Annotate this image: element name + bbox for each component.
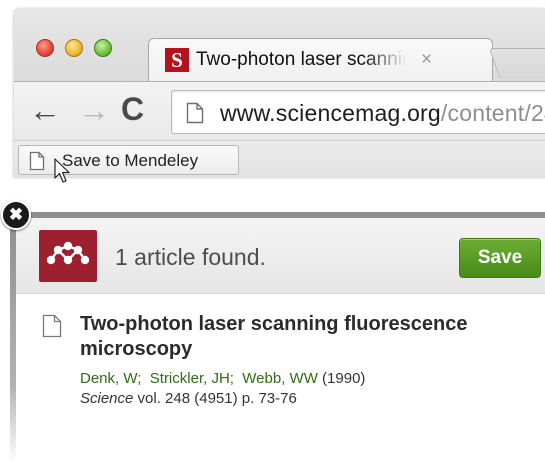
reload-icon[interactable]: C: [121, 92, 144, 126]
mendeley-popup: 1 article found. Save Two-photon laser s…: [10, 212, 545, 462]
address-bar[interactable]: www.sciencemag.org/content/248/4951/73: [171, 90, 545, 134]
author-name[interactable]: Denk, W: [80, 370, 137, 387]
back-arrow-icon[interactable]: ←: [29, 93, 61, 127]
author-name[interactable]: Webb, WW: [242, 370, 318, 387]
zoom-window-button[interactable]: [94, 39, 112, 57]
url-path: /content/248/4951/73: [440, 100, 545, 126]
new-tab-button[interactable]: [488, 48, 545, 78]
list-item[interactable]: Two-photon laser scanning fluorescence m…: [16, 294, 545, 462]
tab-title: Two-photon laser scanning fluorescence m…: [196, 49, 406, 70]
address-url: www.sciencemag.org/content/248/4951/73: [220, 100, 545, 127]
article-title: Two-photon laser scanning fluorescence m…: [80, 313, 468, 360]
minimize-window-button[interactable]: [65, 39, 83, 57]
close-popup-button[interactable]: ✖: [1, 200, 31, 230]
url-host: www.sciencemag.org: [220, 100, 441, 126]
author-name[interactable]: Strickler, JH: [150, 370, 230, 387]
articles-found-text: 1 article found.: [115, 244, 266, 270]
author-separator: ;: [137, 370, 150, 387]
browser-window: S Two-photon laser scanning fluorescence…: [14, 8, 545, 178]
author-separator: ;: [229, 370, 243, 387]
browser-toolbar: ← → C www.sciencemag.org/content/248/495…: [14, 81, 545, 141]
publication-year: (1990): [322, 370, 366, 387]
popup-header: 1 article found. Save: [16, 218, 545, 294]
forward-arrow-icon[interactable]: →: [78, 93, 110, 127]
bookmark-label: Save to Mendeley: [62, 151, 199, 170]
mendeley-logo-icon: [39, 230, 97, 282]
close-window-button[interactable]: [36, 39, 54, 57]
citation-details: vol. 248 (4951) p. 73-76: [137, 390, 297, 407]
tab-active[interactable]: S Two-photon laser scanning fluorescence…: [148, 38, 493, 82]
save-to-mendeley-bookmark[interactable]: Save to Mendeley: [18, 145, 239, 175]
journal-name: Science: [80, 390, 134, 407]
page-icon: [186, 102, 204, 124]
article-authors: Denk, W; Strickler, JH; Webb, WW (1990): [80, 370, 365, 387]
save-button[interactable]: Save: [459, 238, 541, 278]
bookmarks-bar: Save to Mendeley: [14, 140, 545, 178]
document-icon: [42, 314, 62, 338]
tab-close-icon[interactable]: ×: [421, 49, 432, 71]
science-favicon-icon: S: [165, 48, 189, 72]
page-icon: [29, 151, 45, 171]
mouse-pointer-icon: [54, 158, 70, 183]
article-citation: Science vol. 248 (4951) p. 73-76: [80, 390, 297, 407]
